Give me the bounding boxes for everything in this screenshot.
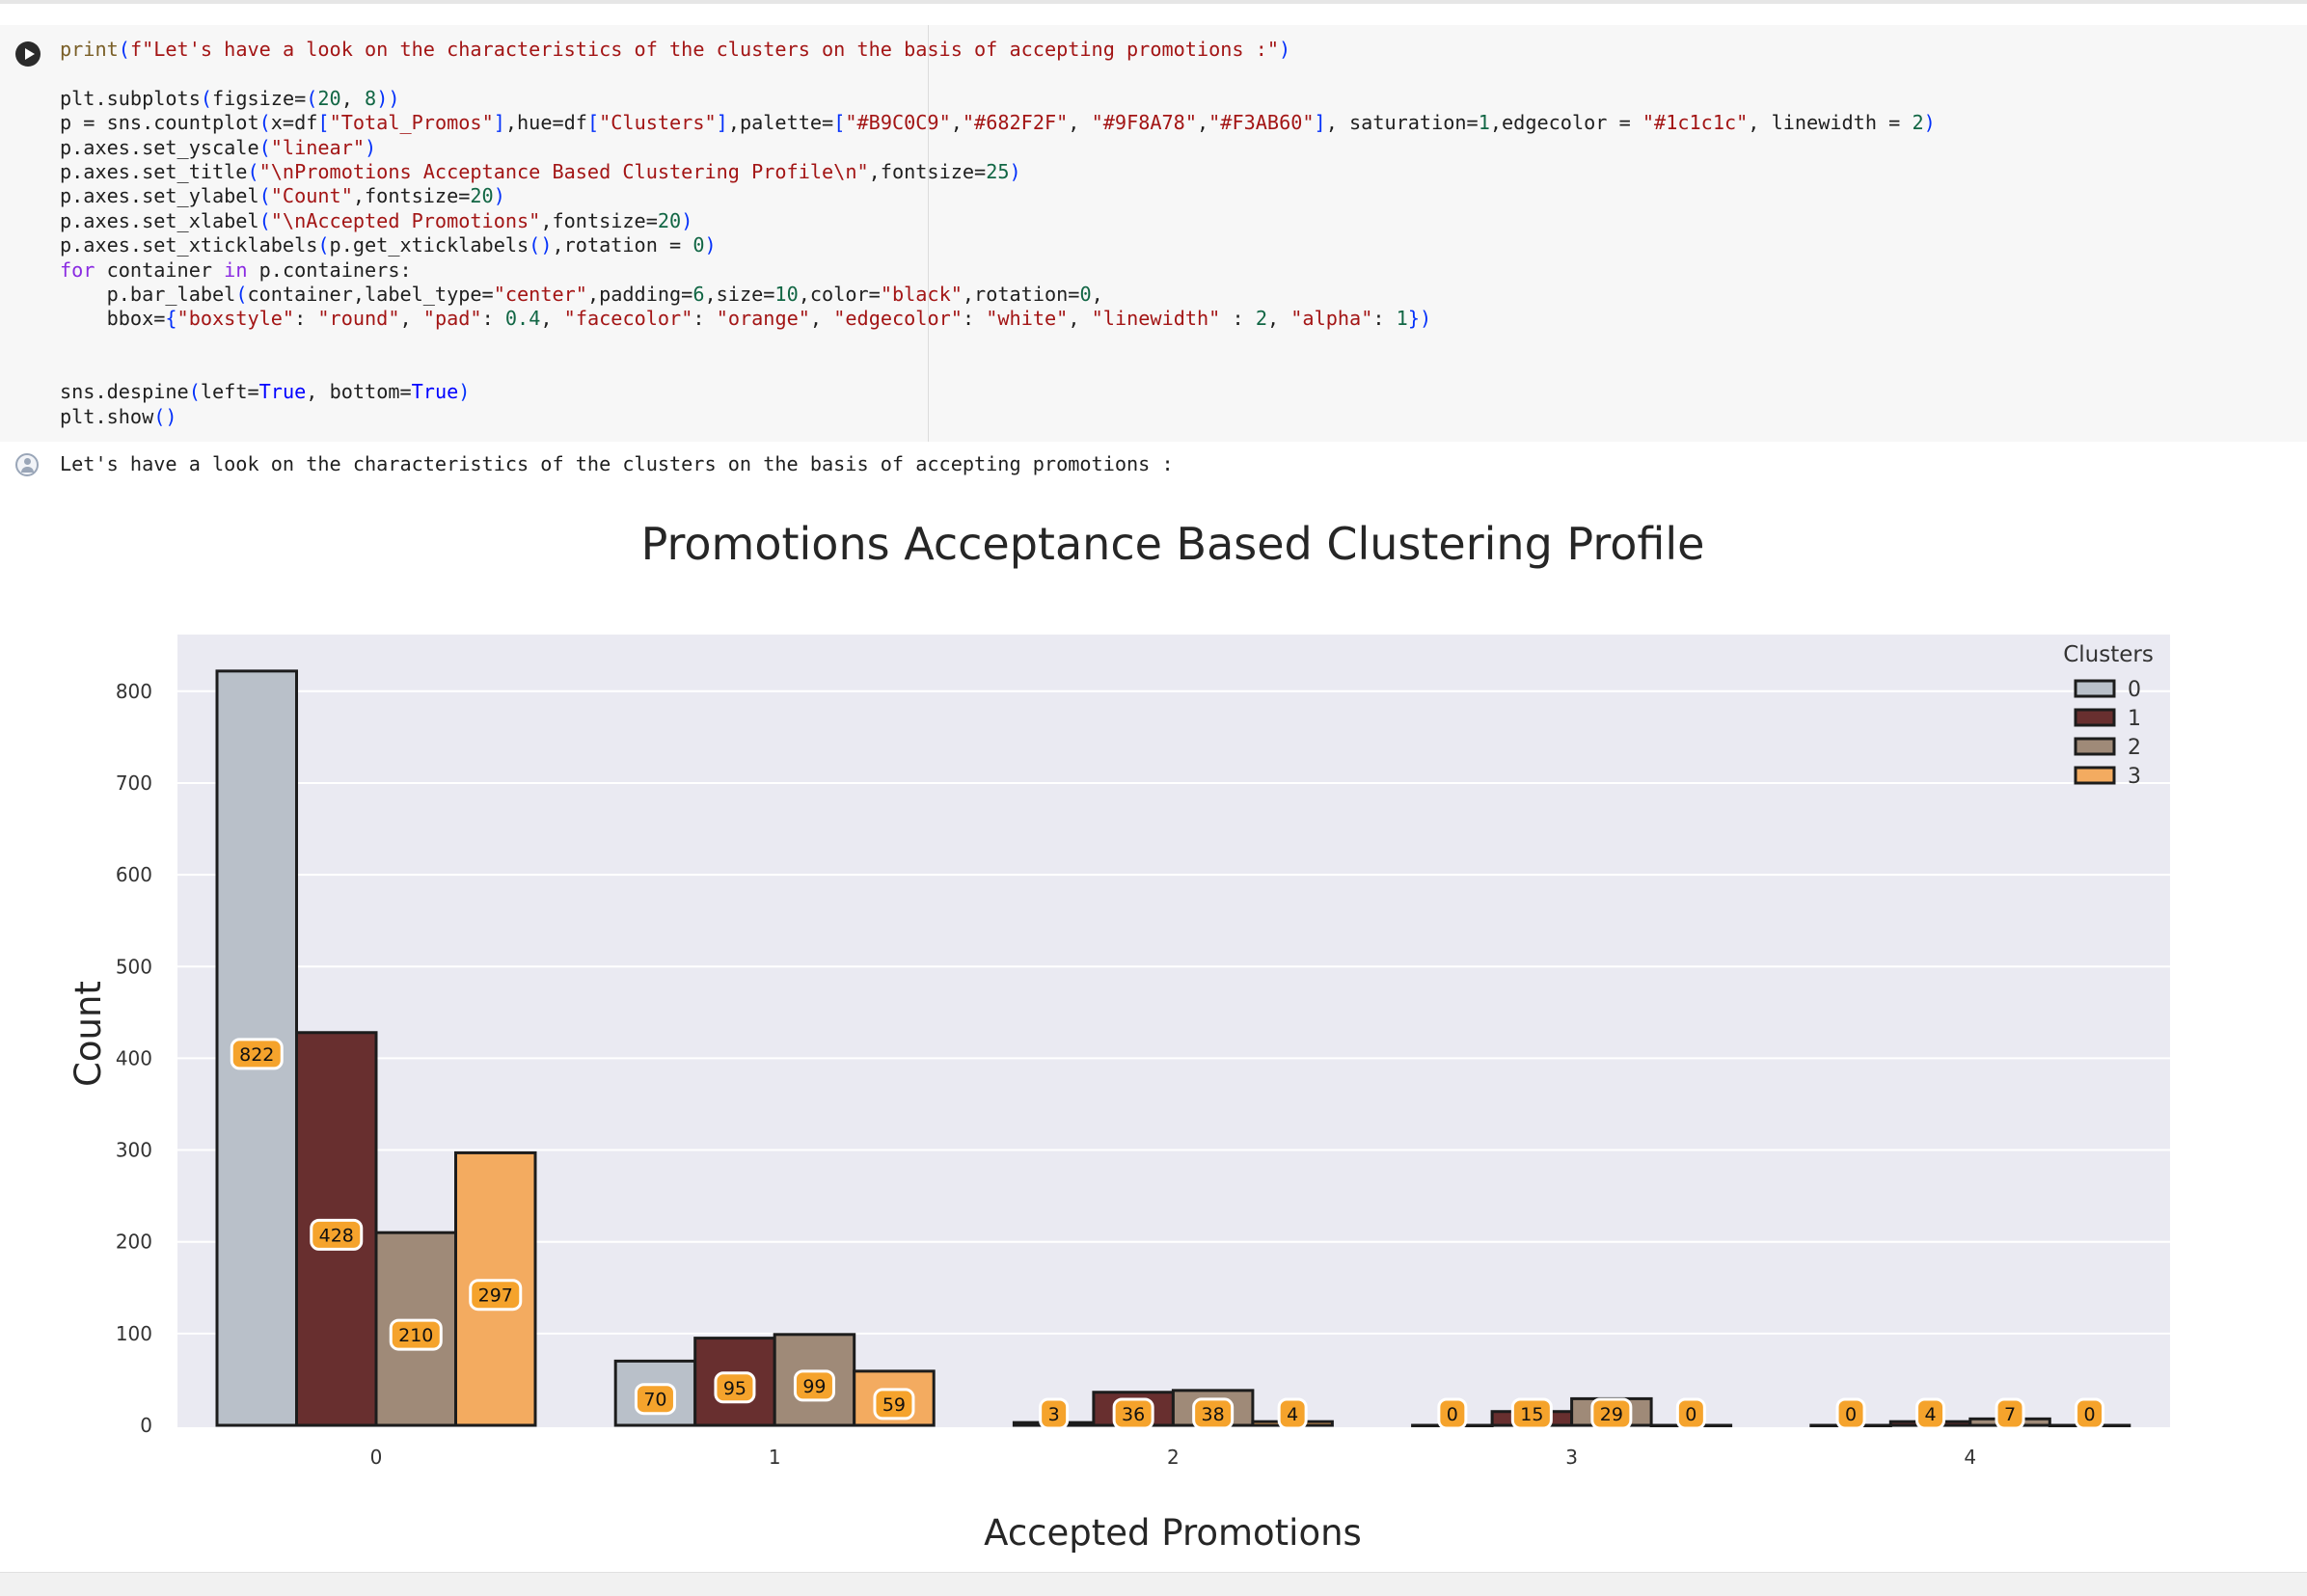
- chart-title: Promotions Acceptance Based Clustering P…: [641, 518, 1705, 570]
- legend-swatch: [2074, 766, 2116, 785]
- code-line: p.bar_label(container,label_type="center…: [60, 282, 1103, 306]
- y-tick-label: 400: [116, 1046, 152, 1069]
- data-label: 4: [1287, 1404, 1298, 1425]
- data-label: 428: [319, 1225, 354, 1246]
- data-label: 7: [2004, 1404, 2016, 1425]
- code-line: bbox={"boxstyle": "round", "pad": 0.4, "…: [60, 307, 1432, 331]
- legend-label: 2: [2128, 736, 2141, 760]
- legend-label: 1: [2128, 707, 2141, 731]
- x-tick-label: 0: [370, 1446, 383, 1469]
- y-tick-label: 500: [116, 955, 152, 978]
- x-tick-label: 2: [1167, 1446, 1180, 1469]
- y-tick-label: 600: [116, 863, 152, 886]
- code-line: p.axes.set_title("\nPromotions Acceptanc…: [60, 159, 1021, 183]
- stdout-text: Let's have a look on the characteristics…: [60, 452, 1174, 475]
- data-label: 0: [1845, 1404, 1857, 1425]
- data-label: 3: [1048, 1404, 1060, 1425]
- data-label: 38: [1202, 1404, 1225, 1425]
- code-line: sns.despine(left=True, bottom=True): [60, 380, 471, 404]
- run-cell-button[interactable]: [15, 41, 41, 67]
- legend-label: 3: [2128, 765, 2141, 789]
- code-line: p = sns.countplot(x=df["Total_Promos"],h…: [60, 111, 1936, 135]
- data-label: 99: [802, 1376, 826, 1397]
- code-line: for container in p.containers:: [60, 257, 412, 282]
- code-line: p.axes.set_yscale("linear"): [60, 135, 377, 159]
- x-tick-label: 4: [1964, 1446, 1976, 1469]
- code-line: print(f"Let's have a look on the charact…: [60, 38, 1291, 61]
- bottom-scrollbar[interactable]: [0, 1572, 2307, 1596]
- code-line: p.axes.set_ylabel("Count",fontsize=20): [60, 184, 505, 208]
- x-tick-label: 3: [1565, 1446, 1578, 1469]
- y-tick-label: 700: [116, 771, 152, 795]
- code-line: p.axes.set_xlabel("\nAccepted Promotions…: [60, 208, 693, 232]
- data-label: 59: [882, 1394, 906, 1416]
- y-tick-label: 0: [140, 1414, 152, 1437]
- code-line: plt.subplots(figsize=(20, 8)): [60, 86, 400, 110]
- top-divider: [0, 0, 2307, 4]
- data-label: 4: [1925, 1404, 1937, 1425]
- data-label: 0: [1685, 1404, 1696, 1425]
- data-label: 95: [723, 1378, 746, 1399]
- x-axis-label: Accepted Promotions: [984, 1512, 1362, 1554]
- data-label: 15: [1520, 1404, 1543, 1425]
- legend-swatch: [2074, 708, 2116, 727]
- y-tick-label: 100: [116, 1322, 152, 1345]
- code-line: p.axes.set_xticklabels(p.get_xticklabels…: [60, 233, 717, 257]
- data-label: 297: [478, 1285, 513, 1307]
- data-label: 70: [643, 1390, 666, 1411]
- x-tick-label: 1: [769, 1446, 781, 1469]
- bar-chart: 0100200300400500600700800Promotions Acce…: [68, 518, 2170, 1554]
- y-tick-label: 200: [116, 1231, 152, 1254]
- legend-label: 0: [2128, 678, 2141, 702]
- code-cell[interactable]: print(f"Let's have a look on the charact…: [0, 25, 2307, 442]
- data-label: 822: [239, 1044, 274, 1066]
- legend-swatch: [2074, 679, 2116, 698]
- data-label: 36: [1122, 1404, 1145, 1425]
- data-label: 29: [1600, 1404, 1623, 1425]
- legend-swatch: [2074, 737, 2116, 756]
- output-avatar-icon: [15, 453, 39, 476]
- code-line: plt.show(): [60, 404, 177, 428]
- y-axis-label: Count: [68, 981, 109, 1087]
- code-editor[interactable]: print(f"Let's have a look on the charact…: [60, 38, 1936, 429]
- y-tick-label: 300: [116, 1139, 152, 1162]
- legend-title: Clusters: [2063, 642, 2154, 667]
- data-label: 0: [1447, 1404, 1458, 1425]
- data-label: 0: [2084, 1404, 2096, 1425]
- data-label: 210: [398, 1325, 433, 1346]
- y-tick-label: 800: [116, 680, 152, 703]
